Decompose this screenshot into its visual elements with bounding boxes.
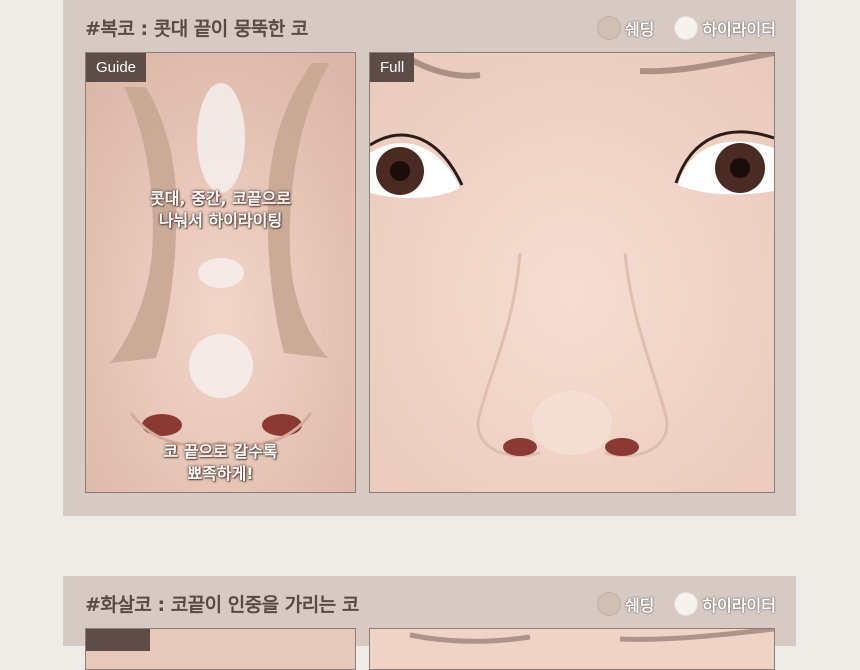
caption-line: 코 끝으로 갈수록 (163, 442, 278, 461)
legend-shading-label: 쉐딩 (624, 20, 655, 39)
legend-shading: 쉐딩 (596, 592, 655, 616)
nose-type-card: #화살코 : 코끝이 인중을 가리는 코 쉐딩 하이라이터 (63, 576, 796, 670)
caption-line: 뾰족하게! (187, 464, 254, 483)
caption-line: 나눠서 하이라이팅 (158, 211, 283, 230)
guide-tag: Guide (86, 53, 147, 82)
shading-swatch-icon (596, 16, 621, 40)
guide-image (85, 628, 356, 670)
legend-shading: 쉐딩 (596, 16, 655, 40)
highlighter-swatch-icon (674, 16, 699, 40)
caption-line: 콧대, 중간, 코끝으로 (149, 189, 292, 208)
shading-swatch-icon (596, 592, 621, 616)
legend-highlighter-label: 하이라이터 (702, 596, 776, 615)
legend-highlighter-label: 하이라이터 (702, 20, 776, 39)
nose-guide-illustration (86, 53, 355, 492)
section-title: #화살코 : 코끝이 인중을 가리는 코 (85, 594, 359, 616)
legend-highlighter: 하이라이터 (674, 16, 776, 40)
guide-tag (86, 629, 150, 651)
legend: 쉐딩 하이라이터 (596, 592, 776, 616)
guide-caption-top: 콧대, 중간, 코끝으로 나눠서 하이라이팅 (86, 188, 355, 232)
legend: 쉐딩 하이라이터 (596, 16, 776, 40)
section-title: #복코 : 콧대 끝이 뭉뚝한 코 (85, 18, 308, 40)
legend-highlighter: 하이라이터 (674, 592, 776, 616)
highlighter-swatch-icon (674, 592, 699, 616)
face-photo-illustration (370, 53, 774, 492)
nose-type-card: #복코 : 콧대 끝이 뭉뚝한 코 쉐딩 하이라이터 Guide 콧대, 중간,… (63, 0, 796, 516)
full-face-image (369, 628, 775, 670)
full-face-image: Full (369, 52, 775, 493)
guide-caption-bottom: 코 끝으로 갈수록 뾰족하게! (86, 441, 355, 485)
full-tag: Full (370, 53, 415, 82)
legend-shading-label: 쉐딩 (624, 596, 655, 615)
face-photo-illustration (409, 629, 774, 644)
guide-image: Guide 콧대, 중간, 코끝으로 나눠서 하이라이팅 코 끝으로 갈수록 뾰… (85, 52, 356, 493)
